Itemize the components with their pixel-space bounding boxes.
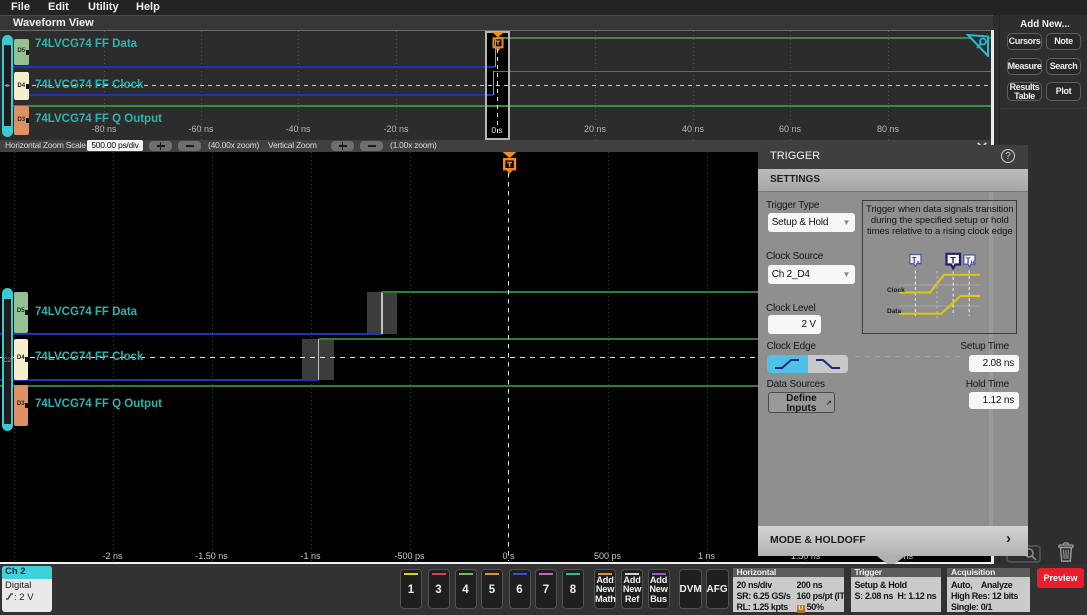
svg-text:T: T: [950, 255, 956, 265]
svg-text:Clock: Clock: [887, 287, 905, 294]
svg-text:Data: Data: [887, 308, 901, 315]
svg-text:H: H: [971, 260, 975, 266]
svg-text:s: s: [917, 260, 920, 266]
